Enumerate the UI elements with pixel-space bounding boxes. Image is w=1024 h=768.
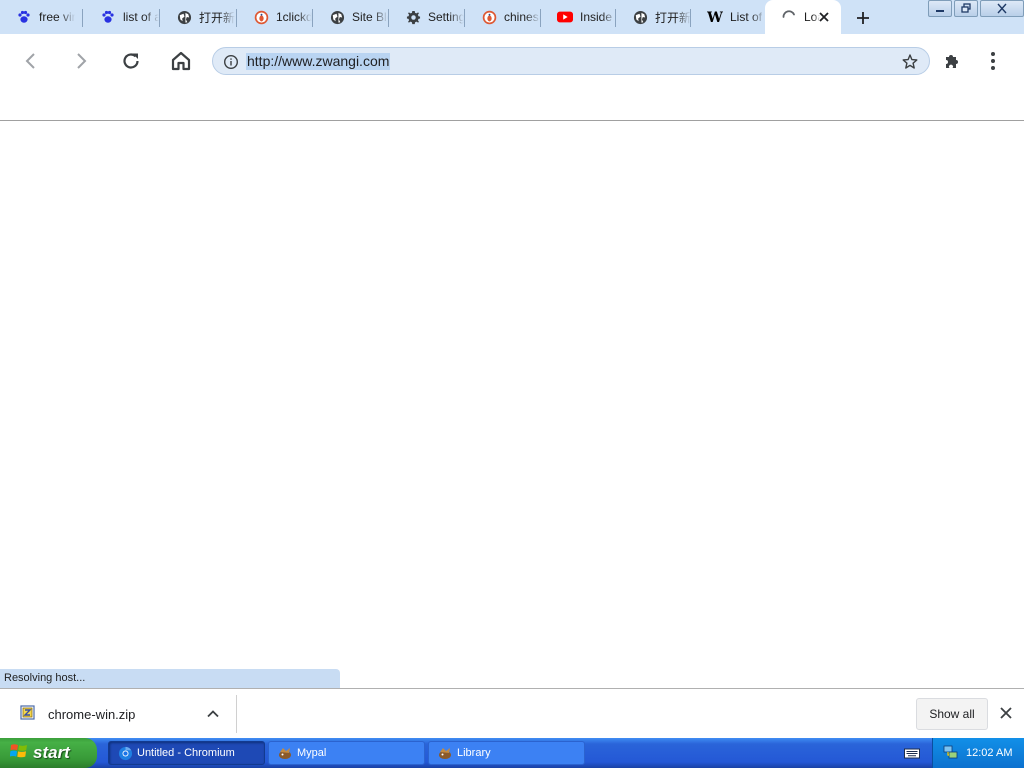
taskbar-item-mypal[interactable]: Mypal (268, 741, 425, 765)
download-shelf: chrome-win.zip Show all (0, 688, 1024, 738)
tab-list-of[interactable]: W List of (691, 0, 765, 34)
baidu-paw-icon (16, 9, 32, 25)
tab-label: Inside the (580, 10, 616, 24)
svg-text:W: W (707, 10, 723, 25)
network-icon[interactable] (943, 744, 959, 763)
system-tray: 12:02 AM (932, 738, 1024, 768)
tab-site-blocked[interactable]: Site Blocked (313, 0, 389, 34)
forward-arrow-icon[interactable] (67, 47, 95, 75)
plus-icon[interactable] (852, 7, 874, 29)
globe-icon (176, 9, 192, 25)
chromium-icon (117, 745, 133, 761)
puzzle-icon[interactable] (938, 47, 966, 75)
zip-file-icon[interactable] (20, 705, 36, 721)
tab-label: Site Blocked (352, 10, 388, 24)
loading-spinner-icon (781, 9, 797, 25)
tab-strip: free virtual list of all 打开新标签页 1clickdo… (0, 0, 1024, 34)
mypal-icon (277, 745, 293, 761)
start-label: start (33, 743, 70, 762)
wikipedia-icon: W (707, 9, 723, 25)
tab-inside-the[interactable]: Inside the (541, 0, 616, 34)
window-controls (926, 0, 1024, 18)
tab-loading-active[interactable]: Loading (765, 0, 841, 34)
tab-new-tab-cn-2[interactable]: 打开新标签页 (616, 0, 691, 34)
taskbar-item-label: Mypal (297, 747, 327, 759)
taskbar-item-label: Untitled - Chromium (137, 747, 235, 759)
download-file-name[interactable]: chrome-win.zip (48, 707, 135, 722)
tab-label: chinese (504, 10, 540, 24)
taskbar-item-library[interactable]: Library (428, 741, 585, 765)
status-bubble: Resolving host... (0, 669, 340, 688)
page-content (0, 121, 1024, 669)
close-shelf-icon[interactable] (998, 705, 1014, 721)
mypal-icon (437, 745, 453, 761)
youtube-icon (557, 9, 573, 25)
info-icon[interactable] (223, 54, 239, 70)
clock: 12:02 AM (966, 747, 1013, 759)
kebab-menu-icon[interactable] (979, 47, 1007, 75)
close-icon[interactable] (980, 0, 1024, 17)
taskbar-item-label: Library (457, 747, 491, 759)
globe-icon (329, 9, 345, 25)
address-bar[interactable]: http://www.zwangi.com (212, 47, 930, 75)
tab-label: 1clickdownload (276, 10, 312, 24)
show-all-button[interactable]: Show all (916, 698, 988, 730)
chevron-up-icon[interactable] (205, 706, 221, 722)
tab-close-icon[interactable] (817, 10, 831, 24)
windows-logo-icon (9, 742, 28, 765)
globe-icon (632, 9, 648, 25)
tab-label: List of (730, 10, 763, 24)
home-icon[interactable] (167, 47, 195, 75)
minimize-icon[interactable] (928, 0, 952, 17)
tab-new-tab-cn[interactable]: 打开新标签页 (160, 0, 237, 34)
duckduckgo-icon (481, 9, 497, 25)
tab-label: free virtual (39, 10, 75, 24)
tab-label: 打开新标签页 (655, 10, 691, 25)
baidu-paw-icon (100, 9, 116, 25)
tab-label: list of all (123, 10, 159, 24)
tab-free-virtual[interactable]: free virtual (0, 0, 83, 34)
reload-icon[interactable] (117, 47, 145, 75)
taskbar-item-chromium[interactable]: Untitled - Chromium (108, 741, 265, 765)
tab-1clickdownload[interactable]: 1clickdownload (237, 0, 313, 34)
tab-label: Settings (428, 10, 464, 24)
keyboard-icon[interactable] (904, 746, 920, 760)
star-icon[interactable] (901, 53, 919, 71)
duckduckgo-icon (253, 9, 269, 25)
tab-settings[interactable]: Settings (389, 0, 465, 34)
tab-label: 打开新标签页 (199, 10, 235, 25)
tab-chinese[interactable]: chinese (465, 0, 541, 34)
taskbar: start Untitled - Chromium Mypal Library … (0, 738, 1024, 768)
restore-icon[interactable] (954, 0, 978, 17)
tab-list-of-all[interactable]: list of all (84, 0, 160, 34)
start-button[interactable]: start (0, 738, 97, 768)
url-text[interactable]: http://www.zwangi.com (246, 53, 391, 70)
gear-icon (405, 9, 421, 25)
back-arrow-icon[interactable] (17, 47, 45, 75)
